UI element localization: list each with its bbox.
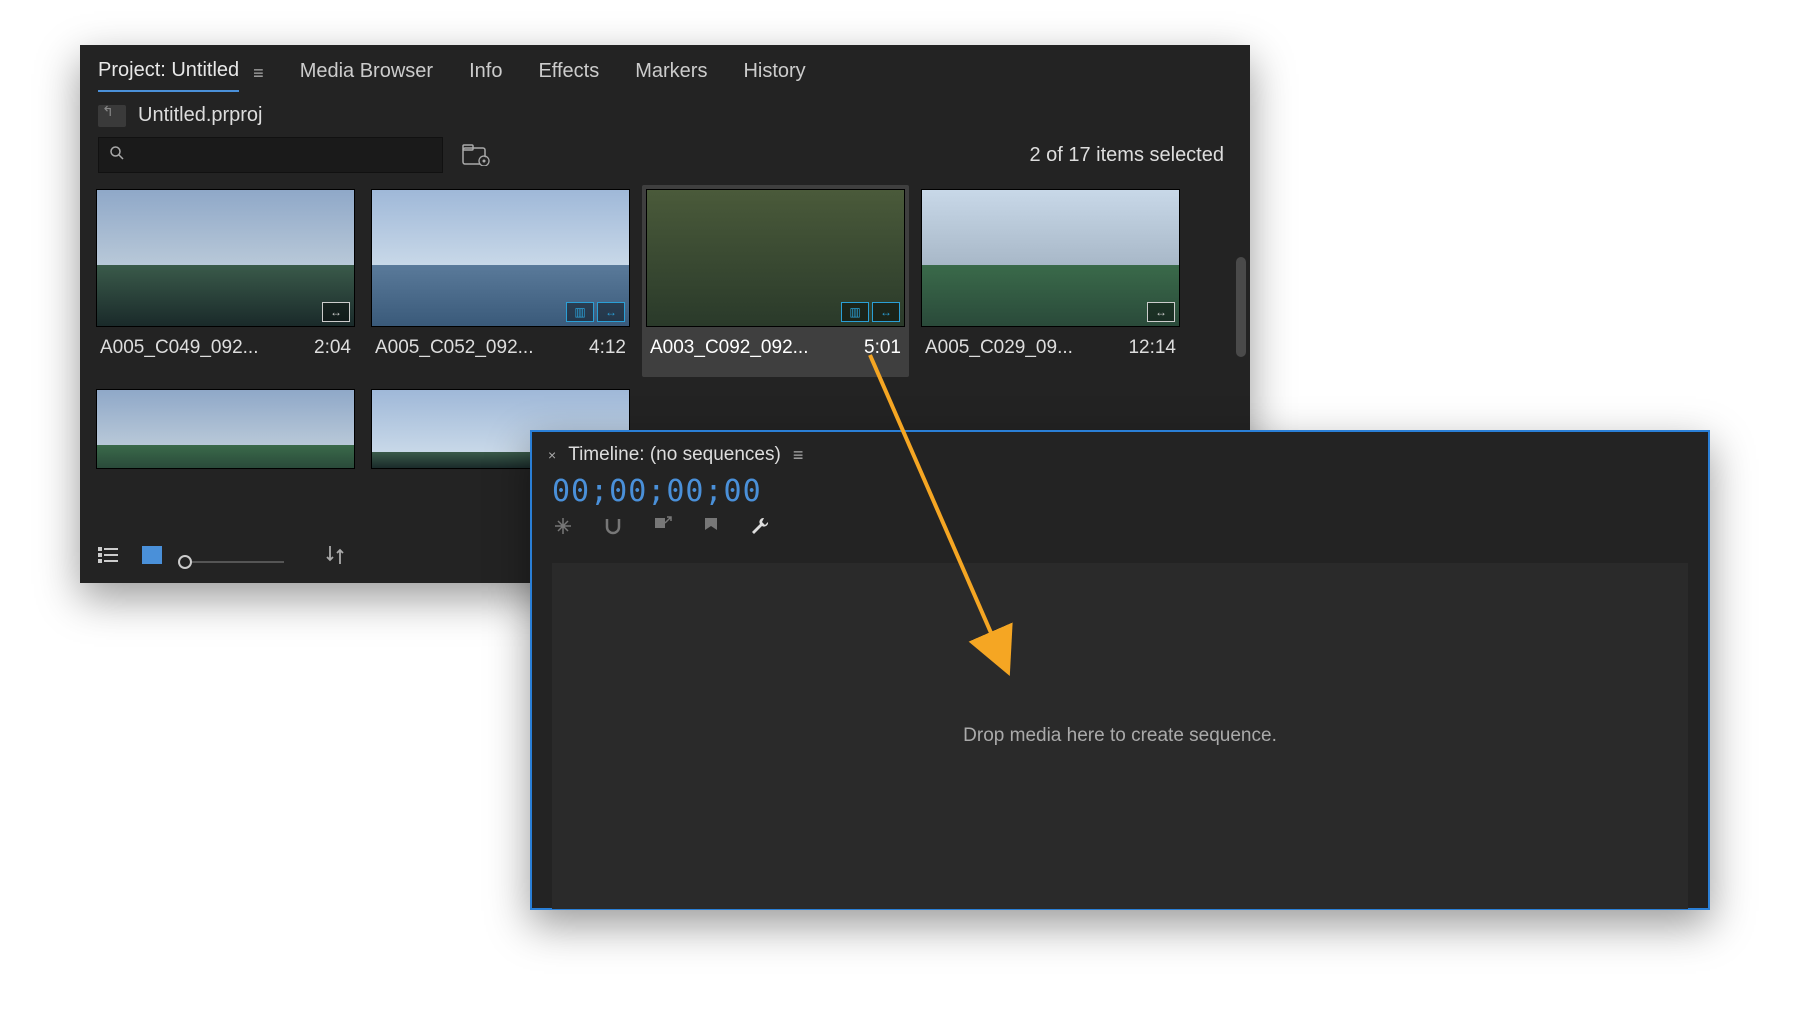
drop-hint-text: Drop media here to create sequence. [963, 725, 1277, 747]
clip-duration: 12:14 [1128, 337, 1176, 359]
tab-markers[interactable]: Markers [635, 56, 707, 91]
clip-name: A005_C029_09... [925, 337, 1073, 359]
audio-wave-badge-icon: ↔ [872, 302, 900, 322]
clip-item[interactable]: ▥ ↔ A005_C052_092... 4:12 [367, 185, 634, 377]
tab-effects[interactable]: Effects [538, 56, 599, 91]
clip-thumbnail[interactable]: ▥ ↔ [646, 189, 905, 327]
search-input[interactable] [98, 137, 443, 173]
project-toolbar: 2 of 17 items selected [80, 137, 1250, 185]
clip-item[interactable]: ↔ A005_C029_09... 12:14 [917, 185, 1184, 377]
project-path-row: Untitled.prproj [80, 100, 1250, 137]
audio-wave-badge-icon: ↔ [597, 302, 625, 322]
scrollbar[interactable] [1236, 257, 1246, 457]
close-icon[interactable]: × [548, 447, 556, 463]
view-toolbar [98, 544, 344, 571]
sort-icon[interactable] [326, 544, 344, 571]
timeline-header: × Timeline: (no sequences) ≡ [532, 432, 1708, 472]
video-badge-icon: ▥ [841, 302, 869, 322]
clip-item[interactable]: ↔ A005_C049_092... 2:04 [92, 185, 359, 377]
timeline-title: Timeline: (no sequences) [568, 444, 781, 466]
clip-name: A003_C092_092... [650, 337, 808, 359]
timeline-panel: × Timeline: (no sequences) ≡ 00;00;00;00… [530, 430, 1710, 910]
icon-view-icon[interactable] [142, 546, 162, 570]
parent-bin-icon[interactable] [98, 105, 126, 127]
timeline-drop-area[interactable]: Drop media here to create sequence. [552, 563, 1688, 909]
selection-status: 2 of 17 items selected [1029, 144, 1232, 167]
clip-duration: 5:01 [864, 337, 901, 359]
tab-project[interactable]: Project: Untitled [98, 55, 239, 92]
audio-badge-icon: ↔ [322, 302, 350, 322]
tab-info[interactable]: Info [469, 56, 502, 91]
clip-thumbnail[interactable]: ↔ [921, 189, 1180, 327]
tab-media-browser[interactable]: Media Browser [300, 56, 433, 91]
marker-icon[interactable] [702, 515, 720, 543]
scrollbar-thumb[interactable] [1236, 257, 1246, 357]
panel-tabs: Project: Untitled ≡ Media Browser Info E… [80, 45, 1250, 100]
timecode-display[interactable]: 00;00;00;00 [532, 472, 1708, 515]
linked-selection-icon[interactable] [652, 515, 674, 543]
clip-thumbnail[interactable]: ↔ [96, 189, 355, 327]
insert-icon[interactable] [552, 515, 574, 543]
timeline-tools [532, 515, 1708, 557]
clip-thumbnail[interactable] [96, 389, 355, 469]
search-icon [109, 145, 125, 166]
snap-icon[interactable] [602, 515, 624, 543]
panel-menu-icon[interactable]: ≡ [793, 445, 804, 466]
video-badge-icon: ▥ [566, 302, 594, 322]
clip-item[interactable] [92, 385, 359, 483]
clip-thumbnail[interactable]: ▥ ↔ [371, 189, 630, 327]
clip-item[interactable]: ▥ ↔ A003_C092_092... 5:01 [642, 185, 909, 377]
clip-duration: 2:04 [314, 337, 351, 359]
clip-name: A005_C052_092... [375, 337, 533, 359]
audio-badge-icon: ↔ [1147, 302, 1175, 322]
tab-history[interactable]: History [743, 56, 805, 91]
settings-wrench-icon[interactable] [748, 515, 770, 543]
zoom-slider[interactable] [184, 546, 284, 569]
new-bin-icon[interactable] [461, 143, 491, 167]
list-view-icon[interactable] [98, 546, 120, 570]
clip-name: A005_C049_092... [100, 337, 258, 359]
tab-menu-icon[interactable]: ≡ [253, 63, 264, 84]
clip-duration: 4:12 [589, 337, 626, 359]
project-filename: Untitled.prproj [138, 104, 263, 127]
